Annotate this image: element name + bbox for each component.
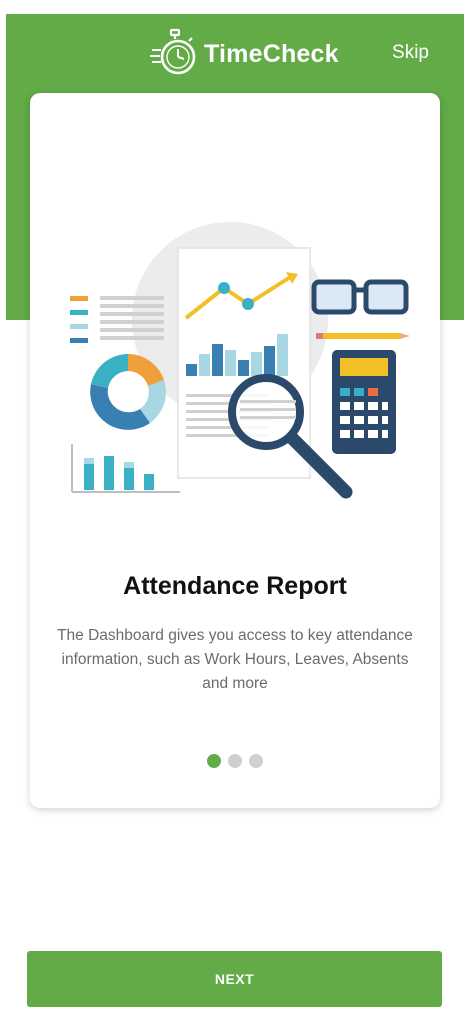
small-bar-chart-graphic [71, 444, 180, 493]
skip-button[interactable]: Skip [392, 42, 429, 64]
calculator-graphic [332, 350, 396, 454]
onboarding-description: The Dashboard gives you access to key at… [57, 627, 413, 692]
next-button[interactable]: NEXT [27, 951, 442, 1007]
report-analytics-illustration [70, 222, 410, 499]
page-indicator [30, 754, 440, 768]
pencil-graphic [316, 333, 410, 339]
app-name: TimeCheck [204, 39, 339, 68]
page-dot[interactable] [249, 754, 263, 768]
stopwatch-icon [150, 28, 196, 75]
page-dot[interactable] [228, 754, 242, 768]
onboarding-title: Attendance Report [123, 572, 347, 600]
page-dot[interactable] [207, 754, 221, 768]
brand-logo: TimeCheck [150, 26, 339, 82]
onboarding-screen: TimeCheck Skip Attendance Report The Das… [0, 0, 471, 1019]
donut-chart-graphic [90, 354, 166, 430]
glasses-graphic [311, 279, 409, 315]
